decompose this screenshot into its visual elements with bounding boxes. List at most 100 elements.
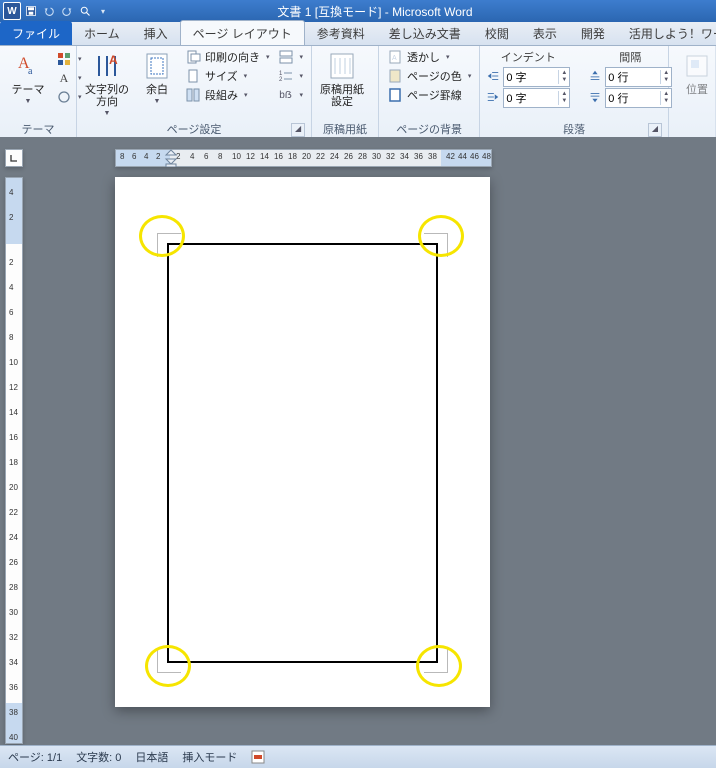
indent-right-icon <box>486 90 500 107</box>
indent-right-field[interactable]: ▲▼ <box>503 88 570 108</box>
svg-text:2: 2 <box>279 77 283 83</box>
ribbon-tabs: ファイル ホーム 挿入 ページ レイアウト 参考資料 差し込み文書 校閲 表示 … <box>0 22 716 46</box>
dialog-launcher-icon[interactable]: ◢ <box>291 123 305 137</box>
space-before-input[interactable] <box>606 71 660 83</box>
status-page[interactable]: ページ: 1/1 <box>8 749 62 765</box>
spacing-title: 間隔 <box>588 49 672 66</box>
print-preview-icon[interactable] <box>77 3 93 19</box>
redo-icon[interactable] <box>59 3 75 19</box>
svg-text:A: A <box>392 55 397 62</box>
dialog-launcher-icon[interactable]: ◢ <box>648 123 662 137</box>
horizontal-ruler[interactable]: 8642246810121416182022242628303234363842… <box>115 149 492 167</box>
spin-down-icon[interactable]: ▼ <box>559 98 569 105</box>
tab-page-layout[interactable]: ページ レイアウト <box>180 20 305 45</box>
indent-marker-icon[interactable] <box>164 149 178 167</box>
status-language[interactable]: 日本語 <box>135 749 168 765</box>
space-before-icon <box>588 69 602 86</box>
orientation-button[interactable]: 印刷の向き▾ <box>183 48 272 66</box>
genkou-settings-button[interactable]: 原稿用紙 設定 <box>318 48 366 108</box>
status-macro-icon[interactable] <box>251 750 265 764</box>
save-icon[interactable] <box>23 3 39 19</box>
breaks-button[interactable]: ▾ <box>276 48 306 66</box>
chevron-down-icon: ▼ <box>104 110 111 117</box>
status-bar: ページ: 1/1 文字数: 0 日本語 挿入モード <box>0 745 716 768</box>
line-numbers-button[interactable]: 12▾ <box>276 67 306 85</box>
indent-right-input[interactable] <box>504 92 558 104</box>
watermark-button[interactable]: A透かし▾ <box>385 48 473 66</box>
space-before-field[interactable]: ▲▼ <box>605 67 672 87</box>
tab-home[interactable]: ホーム <box>72 21 132 45</box>
group-arrange: 位置 <box>669 46 716 138</box>
group-paragraph-label: 段落 <box>563 124 585 136</box>
title-bar: W ▾ 文書 1 [互換モード] - Microsoft Word <box>0 0 716 22</box>
page-border <box>167 243 438 663</box>
group-page-setup: A 文字列の 方向 ▼ 余白 ▼ 印刷の向き▾ サイズ▾ 段組み▾ ▾ 12▾ … <box>77 46 312 138</box>
group-page-background-label: ページの背景 <box>385 120 473 137</box>
tab-file[interactable]: ファイル <box>0 21 72 45</box>
ribbon: A a テーマ ▼ ▾ A▾ ▾ テーマ A 文字列の 方向 ▼ <box>0 46 716 139</box>
genkou-settings-label: 原稿用紙 設定 <box>320 84 364 108</box>
group-paragraph: インデント ▲▼ ▲▼ 間隔 ▲▼ ▲▼ <box>480 46 669 138</box>
tab-references[interactable]: 参考資料 <box>305 21 377 45</box>
indent-left-input[interactable] <box>504 71 558 83</box>
document-page[interactable] <box>115 177 490 707</box>
position-button[interactable]: 位置 <box>675 48 716 96</box>
status-word-count[interactable]: 文字数: 0 <box>76 749 121 765</box>
qat-dropdown-icon[interactable]: ▾ <box>95 3 111 19</box>
space-after-field[interactable]: ▲▼ <box>605 88 672 108</box>
highlight-ring <box>416 645 462 687</box>
columns-button[interactable]: 段組み▾ <box>183 86 272 104</box>
hyphenation-button[interactable]: bẞ▾ <box>276 86 306 104</box>
status-insert-mode[interactable]: 挿入モード <box>182 749 237 765</box>
group-page-background: A透かし▾ ページの色▾ ページ罫線 ページの背景 <box>379 46 480 138</box>
chevron-down-icon: ▼ <box>154 98 161 105</box>
orientation-label: 印刷の向き <box>205 49 260 65</box>
margins-button[interactable]: 余白 ▼ <box>135 48 179 105</box>
indent-left-icon <box>486 69 500 86</box>
group-genkou: 原稿用紙 設定 原稿用紙 <box>312 46 379 138</box>
size-label: サイズ <box>205 68 238 84</box>
size-button[interactable]: サイズ▾ <box>183 67 272 85</box>
page-borders-button[interactable]: ページ罫線 <box>385 86 473 104</box>
space-after-input[interactable] <box>606 92 660 104</box>
svg-text:a: a <box>28 66 33 77</box>
quick-access-toolbar: W ▾ <box>0 2 114 20</box>
themes-button[interactable]: A a テーマ ▼ <box>6 48 50 105</box>
highlight-ring <box>139 215 185 257</box>
position-label: 位置 <box>686 84 708 96</box>
watermark-label: 透かし <box>407 49 440 65</box>
indent-title: インデント <box>486 49 570 66</box>
window-title: 文書 1 [互換モード] - Microsoft Word <box>114 3 636 20</box>
group-themes-label: テーマ <box>6 120 70 137</box>
undo-icon[interactable] <box>41 3 57 19</box>
text-direction-button[interactable]: A 文字列の 方向 ▼ <box>83 48 131 117</box>
page-color-button[interactable]: ページの色▾ <box>385 67 473 85</box>
text-direction-label: 文字列の 方向 <box>85 84 129 108</box>
vertical-ruler[interactable]: 42246810121416182022242628303234363840 <box>5 177 23 744</box>
tab-insert[interactable]: 挿入 <box>132 21 180 45</box>
group-themes: A a テーマ ▼ ▾ A▾ ▾ テーマ <box>0 46 77 138</box>
indent-left-field[interactable]: ▲▼ <box>503 67 570 87</box>
tab-view[interactable]: 表示 <box>521 21 569 45</box>
spin-up-icon[interactable]: ▲ <box>559 91 569 98</box>
svg-text:A: A <box>109 53 118 67</box>
tab-review[interactable]: 校閲 <box>473 21 521 45</box>
highlight-ring <box>418 215 464 257</box>
word-app-icon[interactable]: W <box>3 2 21 20</box>
space-after-icon <box>588 90 602 107</box>
group-genkou-label: 原稿用紙 <box>318 120 372 137</box>
page-borders-label: ページ罫線 <box>407 87 462 103</box>
tab-selector[interactable] <box>5 149 23 167</box>
tab-developer[interactable]: 開発 <box>569 21 617 45</box>
tab-addon[interactable]: 活用しよう！ワード <box>617 21 716 45</box>
highlight-ring <box>145 645 191 687</box>
themes-label: テーマ <box>12 84 45 96</box>
group-page-setup-label: ページ設定 <box>167 124 222 136</box>
spin-down-icon[interactable]: ▼ <box>559 77 569 84</box>
spin-up-icon[interactable]: ▲ <box>559 70 569 77</box>
page-color-label: ページの色 <box>407 68 462 84</box>
columns-label: 段組み <box>205 87 238 103</box>
margins-label: 余白 <box>146 84 168 96</box>
tab-mailings[interactable]: 差し込み文書 <box>377 21 473 45</box>
chevron-down-icon: ▼ <box>25 98 32 105</box>
